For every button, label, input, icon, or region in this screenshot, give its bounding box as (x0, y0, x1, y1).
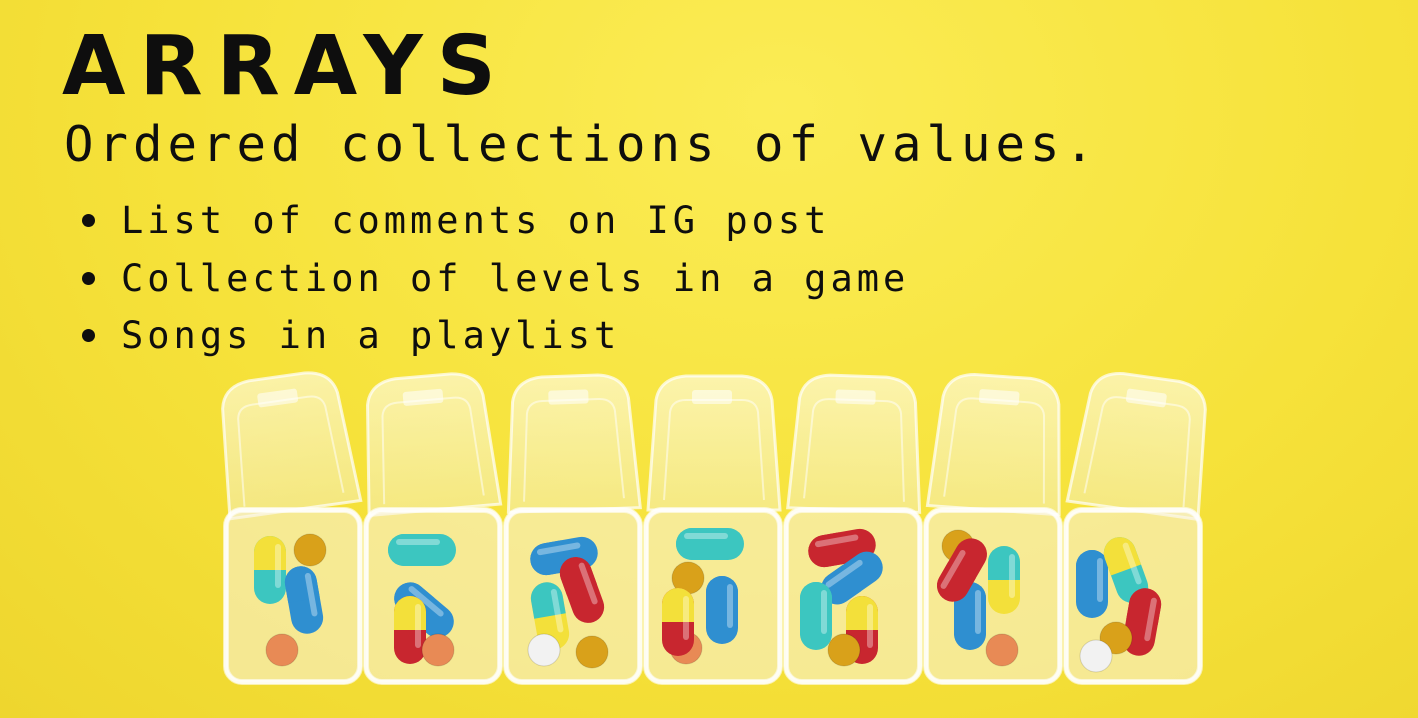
compartment-lid (646, 374, 782, 512)
compartment-lid (506, 373, 642, 514)
compartment (783, 373, 923, 685)
pill-capsule (394, 596, 426, 664)
pill-tablet (265, 633, 299, 667)
pill-capsule (254, 536, 286, 604)
bullet-item: List of comments on IG post (82, 192, 909, 250)
compartment (503, 373, 643, 685)
bullet-item: Collection of levels in a game (82, 250, 909, 308)
compartment (1063, 372, 1207, 685)
pill-tablet (293, 533, 327, 567)
compartment (643, 374, 783, 685)
slide-title: ARRAYS (62, 19, 510, 114)
compartment-lid (1065, 372, 1207, 522)
bullet-text: Collection of levels in a game (121, 256, 910, 300)
slide-subtitle: Ordered collections of values. (64, 116, 1100, 173)
pill-capsule (800, 582, 832, 650)
bullet-list: List of comments on IG post Collection o… (82, 192, 909, 365)
bullet-icon (82, 214, 95, 228)
bullet-icon (82, 329, 95, 343)
compartment (923, 372, 1063, 685)
pill-capsule (706, 576, 738, 644)
bullet-item: Songs in a playlist (82, 307, 909, 365)
pill-tablet (421, 633, 455, 667)
pill-tablet (1079, 639, 1113, 673)
compartment-lid (365, 372, 503, 518)
compartment (363, 372, 503, 685)
pill-capsule (988, 546, 1020, 614)
pill-tablet (575, 635, 609, 669)
pill-tablet (985, 633, 1019, 667)
pill-capsule (1076, 550, 1108, 618)
compartment-lid (925, 372, 1061, 517)
pill-capsule (388, 534, 456, 566)
pill-capsule (676, 528, 744, 560)
bullet-text: Songs in a playlist (121, 314, 621, 358)
pill-capsule (662, 588, 694, 656)
compartment-lid (221, 371, 363, 521)
pill-tablet (827, 633, 861, 667)
bullet-icon (82, 271, 95, 285)
pill-organizer-image (221, 371, 1207, 685)
pill-tablet (527, 633, 561, 667)
bullet-text: List of comments on IG post (121, 199, 831, 243)
compartment-lid (786, 373, 922, 514)
compartment (221, 371, 363, 685)
